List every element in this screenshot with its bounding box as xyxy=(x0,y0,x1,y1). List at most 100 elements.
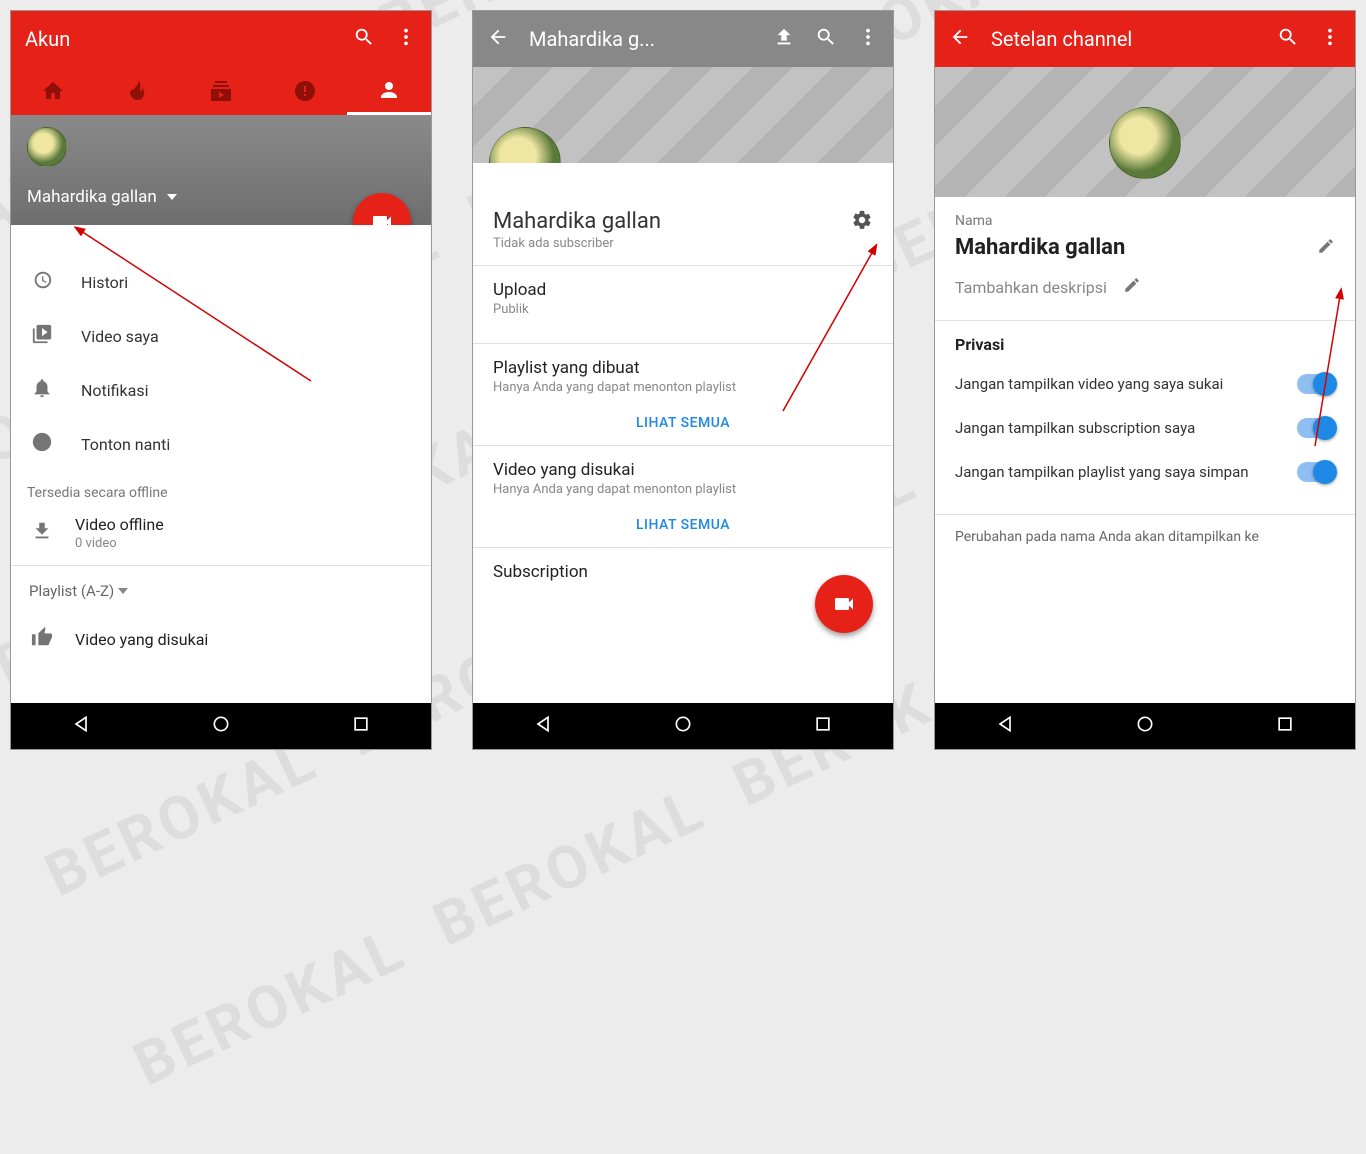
nav-home-icon[interactable] xyxy=(211,714,231,738)
privacy-section-title: Privasi xyxy=(935,321,1355,362)
upload-section[interactable]: Upload Publik xyxy=(473,266,893,323)
avatar[interactable] xyxy=(1109,107,1181,179)
see-all-link[interactable]: LIHAT SEMUA xyxy=(473,401,893,445)
offline-sub: 0 video xyxy=(75,536,164,551)
tab-activity[interactable] xyxy=(263,67,347,115)
playlist-section: Playlist yang dibuat Hanya Anda yang dap… xyxy=(473,344,893,401)
topbar: Setelan channel xyxy=(935,11,1355,67)
android-navbar xyxy=(11,703,431,749)
menu-label: Video saya xyxy=(81,327,159,346)
settings-content: Nama Mahardika gallan Tambahkan deskrips… xyxy=(935,197,1355,703)
nav-recent-icon[interactable] xyxy=(813,714,833,738)
menu-item-myvideos[interactable]: Video saya xyxy=(11,309,431,363)
edit-icon xyxy=(1123,276,1141,298)
video-library-icon xyxy=(31,323,53,349)
nav-recent-icon[interactable] xyxy=(351,714,371,738)
name-field-label: Nama xyxy=(935,197,1355,235)
search-icon[interactable] xyxy=(815,26,837,52)
see-all-link[interactable]: LIHAT SEMUA xyxy=(473,503,893,547)
back-icon[interactable] xyxy=(487,26,509,52)
subscriber-count: Tidak ada subscriber xyxy=(493,236,851,251)
channel-name: Mahardika gallan xyxy=(493,209,851,234)
upload-title: Upload xyxy=(493,280,873,300)
phone-settings-screen: Setelan channel Nama Mahardika gallan Ta… xyxy=(934,10,1356,750)
tab-home[interactable] xyxy=(11,67,95,115)
page-title: Akun xyxy=(25,27,333,51)
clock-icon xyxy=(31,431,53,457)
upload-icon[interactable] xyxy=(773,26,795,52)
download-icon xyxy=(31,520,53,546)
nav-home-icon[interactable] xyxy=(673,714,693,738)
gear-icon[interactable] xyxy=(851,209,873,235)
liked-sub: Hanya Anda yang dapat menonton playlist xyxy=(493,482,873,497)
chevron-down-icon xyxy=(167,194,177,200)
back-icon[interactable] xyxy=(949,26,971,52)
account-username: Mahardika gallan xyxy=(27,187,157,207)
subscription-title: Subscription xyxy=(493,562,873,582)
more-icon[interactable] xyxy=(395,26,417,52)
liked-title: Video yang disukai xyxy=(493,460,873,480)
chevron-down-icon xyxy=(118,588,128,594)
nav-back-icon[interactable] xyxy=(533,714,553,738)
menu-item-history[interactable]: Histori xyxy=(11,255,431,309)
nav-recent-icon[interactable] xyxy=(1275,714,1295,738)
search-icon[interactable] xyxy=(1277,26,1299,52)
privacy-label: Jangan tampilkan playlist yang saya simp… xyxy=(955,463,1283,481)
playlist-sort-label: Playlist (A-Z) xyxy=(29,582,114,600)
privacy-label: Jangan tampilkan subscription saya xyxy=(955,419,1283,437)
privacy-toggle-subs: Jangan tampilkan subscription saya xyxy=(935,406,1355,450)
menu-item-liked[interactable]: Video yang disukai xyxy=(11,616,431,662)
topbar: Mahardika g... xyxy=(473,11,893,67)
more-icon[interactable] xyxy=(1319,26,1341,52)
privacy-toggle-liked: Jangan tampilkan video yang saya sukai xyxy=(935,362,1355,406)
nav-back-icon[interactable] xyxy=(71,714,91,738)
description-placeholder: Tambahkan deskripsi xyxy=(955,278,1107,297)
record-fab[interactable] xyxy=(815,575,873,633)
menu-label: Histori xyxy=(81,273,128,292)
upload-sub: Publik xyxy=(493,302,873,317)
menu-item-offline[interactable]: Video offline 0 video xyxy=(11,507,431,565)
tab-subscriptions[interactable] xyxy=(179,67,263,115)
bell-icon xyxy=(31,377,53,403)
name-field-row[interactable]: Mahardika gallan xyxy=(935,235,1355,276)
playlist-sort-dropdown[interactable]: Playlist (A-Z) xyxy=(11,566,431,616)
description-field[interactable]: Tambahkan deskripsi xyxy=(935,276,1355,320)
channel-banner[interactable] xyxy=(935,67,1355,197)
topbar: Akun xyxy=(11,11,431,67)
toggle-switch[interactable] xyxy=(1297,374,1335,394)
menu-label: Notifikasi xyxy=(81,381,149,400)
channel-content: Mahardika gallan Tidak ada subscriber Up… xyxy=(473,163,893,703)
nav-tabs xyxy=(11,67,431,115)
playlist-sub: Hanya Anda yang dapat menonton playlist xyxy=(493,380,873,395)
edit-icon[interactable] xyxy=(1317,237,1335,259)
name-value: Mahardika gallan xyxy=(955,235,1305,260)
offline-title: Video offline xyxy=(75,515,164,534)
tab-trending[interactable] xyxy=(95,67,179,115)
android-navbar xyxy=(473,703,893,749)
liked-label: Video yang disukai xyxy=(75,630,208,649)
avatar[interactable] xyxy=(27,127,67,167)
android-navbar xyxy=(935,703,1355,749)
nav-back-icon[interactable] xyxy=(995,714,1015,738)
thumbs-up-icon xyxy=(31,626,53,652)
nav-home-icon[interactable] xyxy=(1135,714,1155,738)
privacy-label: Jangan tampilkan video yang saya sukai xyxy=(955,375,1283,393)
page-title: Setelan channel xyxy=(991,27,1257,51)
toggle-switch[interactable] xyxy=(1297,418,1335,438)
account-username-row[interactable]: Mahardika gallan xyxy=(27,187,415,207)
page-title: Mahardika g... xyxy=(529,27,753,51)
search-icon[interactable] xyxy=(353,26,375,52)
toggle-switch[interactable] xyxy=(1297,462,1335,482)
menu-label: Tonton nanti xyxy=(81,435,170,454)
menu-item-watchlater[interactable]: Tonton nanti xyxy=(11,417,431,471)
tab-account[interactable] xyxy=(347,67,431,115)
account-banner: Mahardika gallan xyxy=(11,115,431,225)
account-menu: Histori Video saya Notifikasi Tonton nan… xyxy=(11,225,431,703)
channel-banner xyxy=(473,67,893,163)
phone-account-screen: Akun Mahardika gallan Histori Video saya… xyxy=(10,10,432,750)
more-icon[interactable] xyxy=(857,26,879,52)
menu-item-notifications[interactable]: Notifikasi xyxy=(11,363,431,417)
name-change-note: Perubahan pada nama Anda akan ditampilka… xyxy=(935,515,1355,549)
offline-section-label: Tersedia secara offline xyxy=(11,471,431,507)
phone-channel-screen: Mahardika g... Mahardika gallan Tidak ad… xyxy=(472,10,894,750)
